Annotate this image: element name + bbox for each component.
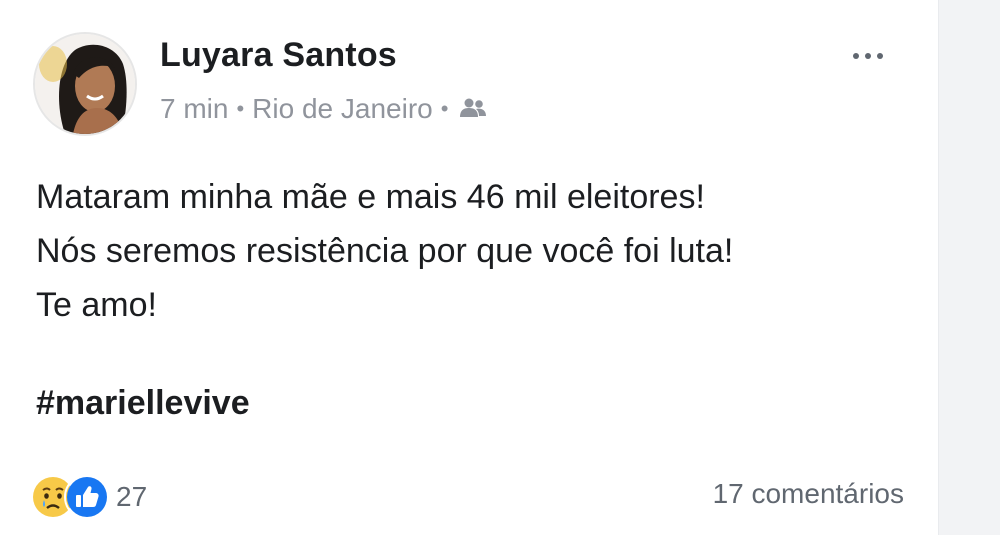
hashtag-link[interactable]: #mariellevive [36, 384, 250, 423]
avatar-image [35, 34, 135, 134]
reaction-count: 27 [116, 481, 148, 512]
post-text-line: Te amo! [36, 286, 157, 324]
more-dot [865, 53, 871, 59]
author-name[interactable]: Luyara Santos [160, 36, 397, 75]
post-text-line: Nós seremos resistência por que você foi… [36, 232, 734, 270]
reactions-summary[interactable]: 27 [30, 474, 147, 520]
post-card: Luyara Santos 7 min • Rio de Janeiro • M… [0, 0, 938, 535]
post-text: Mataram minha mãe e mais 46 mil eleitore… [36, 170, 916, 332]
comments-count-link[interactable]: 17 comentários [713, 478, 904, 510]
more-dot [877, 53, 883, 59]
meta-separator: • [440, 96, 449, 121]
post-location[interactable]: Rio de Janeiro [252, 93, 433, 125]
more-dot [853, 53, 859, 59]
post-meta: 7 min • Rio de Janeiro • [160, 92, 488, 126]
friends-icon[interactable] [458, 94, 488, 126]
like-reaction-icon [64, 474, 110, 520]
more-options-icon[interactable] [840, 38, 896, 74]
meta-separator: • [236, 96, 245, 121]
avatar[interactable] [33, 32, 137, 136]
post-time[interactable]: 7 min [160, 93, 228, 125]
post-text-line: Mataram minha mãe e mais 46 mil eleitore… [36, 178, 705, 216]
